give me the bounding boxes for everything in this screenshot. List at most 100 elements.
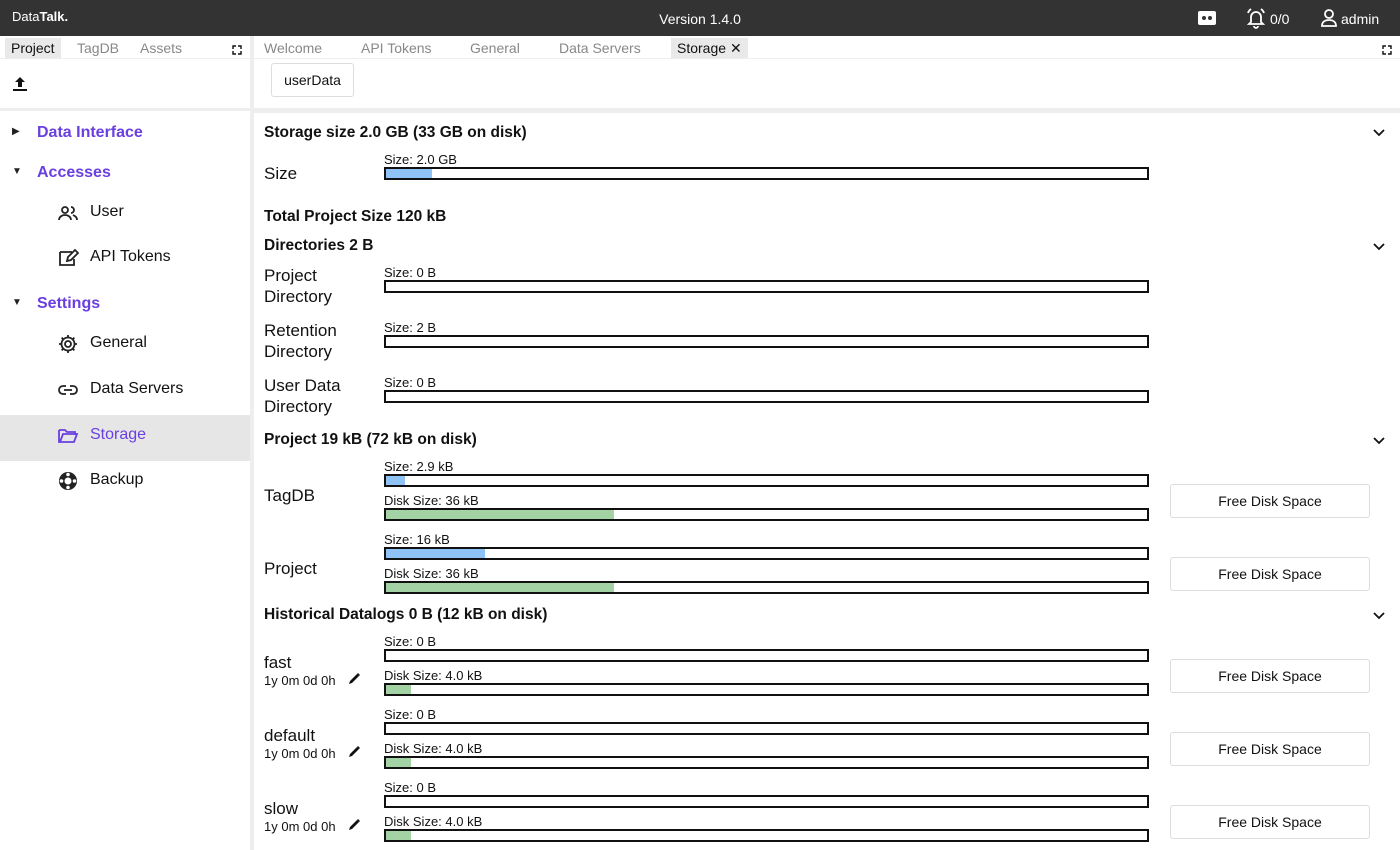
sidebar-item-label: User bbox=[90, 203, 124, 220]
disk-size-bar bbox=[384, 683, 1149, 696]
bar-caption: Size: 16 kB bbox=[384, 532, 450, 547]
disk-size-bar bbox=[384, 581, 1149, 594]
retention-period: 1y 0m 0d 0h bbox=[264, 819, 336, 834]
nav-group-accesses[interactable]: ▼ Accesses bbox=[0, 158, 250, 188]
directory-size-bar bbox=[384, 390, 1149, 403]
user-icon[interactable] bbox=[1320, 8, 1338, 33]
users-icon bbox=[57, 202, 79, 224]
close-icon[interactable]: ✕ bbox=[730, 40, 742, 56]
storage-size-label: Size bbox=[264, 164, 298, 183]
pencil-icon[interactable] bbox=[348, 745, 361, 763]
disk-size-bar bbox=[384, 508, 1149, 521]
size-bar bbox=[384, 722, 1149, 735]
chevron-down-icon[interactable] bbox=[1373, 238, 1385, 256]
bar-caption: Disk Size: 36 kB bbox=[384, 493, 479, 508]
maximize-icon[interactable] bbox=[1382, 42, 1392, 60]
sidebar-item-data-servers[interactable]: Data Servers bbox=[0, 367, 250, 413]
sidebar-item-api-tokens[interactable]: API Tokens bbox=[0, 235, 250, 281]
size-bar bbox=[384, 795, 1149, 808]
gear-icon bbox=[57, 333, 79, 355]
chat-bot-icon[interactable] bbox=[1197, 9, 1217, 32]
nav-group-label: Settings bbox=[37, 295, 101, 312]
caret-right-icon: ▶ bbox=[12, 126, 20, 137]
userdata-button[interactable]: userData bbox=[271, 63, 354, 97]
tab-storage[interactable]: Storage ✕ bbox=[671, 38, 748, 58]
pencil-icon[interactable] bbox=[348, 818, 361, 836]
nav-group-data-interface[interactable]: ▶ Data Interface bbox=[0, 118, 250, 148]
tab-data-servers[interactable]: Data Servers bbox=[553, 38, 647, 58]
free-disk-space-button[interactable]: Free Disk Space bbox=[1170, 659, 1370, 693]
bar-caption: Size: 0 B bbox=[384, 634, 437, 649]
sidebar-item-label: Backup bbox=[90, 471, 144, 488]
tab-welcome[interactable]: Welcome bbox=[258, 38, 328, 58]
bar-fill bbox=[386, 758, 412, 767]
caret-down-icon: ▼ bbox=[12, 297, 22, 308]
tab-tagdb[interactable]: TagDB bbox=[71, 38, 125, 58]
bell-icon[interactable] bbox=[1245, 7, 1267, 34]
user-name[interactable]: admin bbox=[1341, 11, 1379, 27]
bar-caption: Size: 0 B bbox=[384, 265, 437, 280]
size-bar bbox=[384, 649, 1149, 662]
panel-splitter[interactable] bbox=[250, 36, 254, 850]
chevron-down-icon[interactable] bbox=[1373, 432, 1385, 450]
folder-open-icon bbox=[57, 425, 79, 447]
caret-down-icon: ▼ bbox=[12, 166, 22, 177]
tab-assets[interactable]: Assets bbox=[134, 38, 188, 58]
bar-caption: Disk Size: 4.0 kB bbox=[384, 741, 483, 756]
bar-caption: Size: 2.9 kB bbox=[384, 459, 454, 474]
disk-size-bar bbox=[384, 756, 1149, 769]
bar-fill bbox=[386, 169, 432, 178]
tab-api-tokens[interactable]: API Tokens bbox=[355, 38, 438, 58]
directory-label: Retention Directory bbox=[264, 321, 337, 361]
left-divider bbox=[0, 108, 250, 111]
tab-label: Storage bbox=[677, 40, 727, 56]
chevron-down-icon[interactable] bbox=[1373, 124, 1385, 142]
sidebar-item-storage[interactable]: Storage bbox=[0, 415, 250, 461]
bar-fill bbox=[386, 831, 412, 840]
notification-count[interactable]: 0/0 bbox=[1270, 11, 1289, 27]
bar-caption: Size: 2.0 GB bbox=[384, 152, 457, 167]
sidebar-item-label: API Tokens bbox=[90, 248, 171, 265]
nav-group-label: Data Interface bbox=[37, 124, 143, 141]
bar-caption: Size: 0 B bbox=[384, 707, 437, 722]
retention-period: 1y 0m 0d 0h bbox=[264, 673, 336, 688]
sidebar-item-user[interactable]: User bbox=[0, 190, 250, 236]
bar-fill bbox=[386, 549, 485, 558]
chevron-down-icon[interactable] bbox=[1373, 607, 1385, 625]
tab-project[interactable]: Project bbox=[5, 38, 61, 58]
sidebar-item-backup[interactable]: Backup bbox=[0, 458, 250, 504]
sidebar-item-general[interactable]: General bbox=[0, 321, 250, 367]
project-row-label: TagDB bbox=[264, 486, 316, 505]
free-disk-space-button[interactable]: Free Disk Space bbox=[1170, 732, 1370, 766]
free-disk-space-button[interactable]: Free Disk Space bbox=[1170, 805, 1370, 839]
total-project-size: Total Project Size 120 kB bbox=[264, 208, 447, 225]
size-bar bbox=[384, 474, 1149, 487]
directory-label: Project Directory bbox=[264, 266, 333, 306]
bar-caption: Disk Size: 4.0 kB bbox=[384, 814, 483, 829]
tab-general[interactable]: General bbox=[464, 38, 526, 58]
content-divider bbox=[254, 108, 1400, 113]
free-disk-space-button[interactable]: Free Disk Space bbox=[1170, 557, 1370, 591]
directory-size-bar bbox=[384, 280, 1149, 293]
left-panel-tabs: Project TagDB Assets bbox=[0, 36, 250, 59]
nav-group-settings[interactable]: ▼ Settings bbox=[0, 289, 250, 319]
historical-datalogs-title: Historical Datalogs 0 B (12 kB on disk) bbox=[264, 606, 548, 623]
directory-label: User Data Directory bbox=[264, 376, 341, 416]
lifebuoy-icon bbox=[57, 470, 79, 492]
project-title: Project 19 kB (72 kB on disk) bbox=[264, 431, 477, 448]
bar-caption: Disk Size: 4.0 kB bbox=[384, 668, 483, 683]
bar-fill bbox=[386, 685, 412, 694]
upload-icon[interactable] bbox=[12, 76, 28, 97]
sidebar-item-label: General bbox=[90, 334, 147, 351]
token-edit-icon bbox=[57, 247, 80, 269]
maximize-icon[interactable] bbox=[232, 42, 242, 60]
editor-tabs: Welcome API Tokens General Data Servers … bbox=[254, 36, 1400, 59]
pencil-icon[interactable] bbox=[348, 672, 361, 690]
bar-caption: Disk Size: 36 kB bbox=[384, 566, 479, 581]
bar-fill bbox=[386, 476, 406, 485]
storage-size-bar bbox=[384, 167, 1149, 180]
bar-fill bbox=[386, 583, 615, 592]
datalog-name: slow bbox=[264, 799, 299, 818]
datalog-name: default bbox=[264, 726, 316, 745]
free-disk-space-button[interactable]: Free Disk Space bbox=[1170, 484, 1370, 518]
